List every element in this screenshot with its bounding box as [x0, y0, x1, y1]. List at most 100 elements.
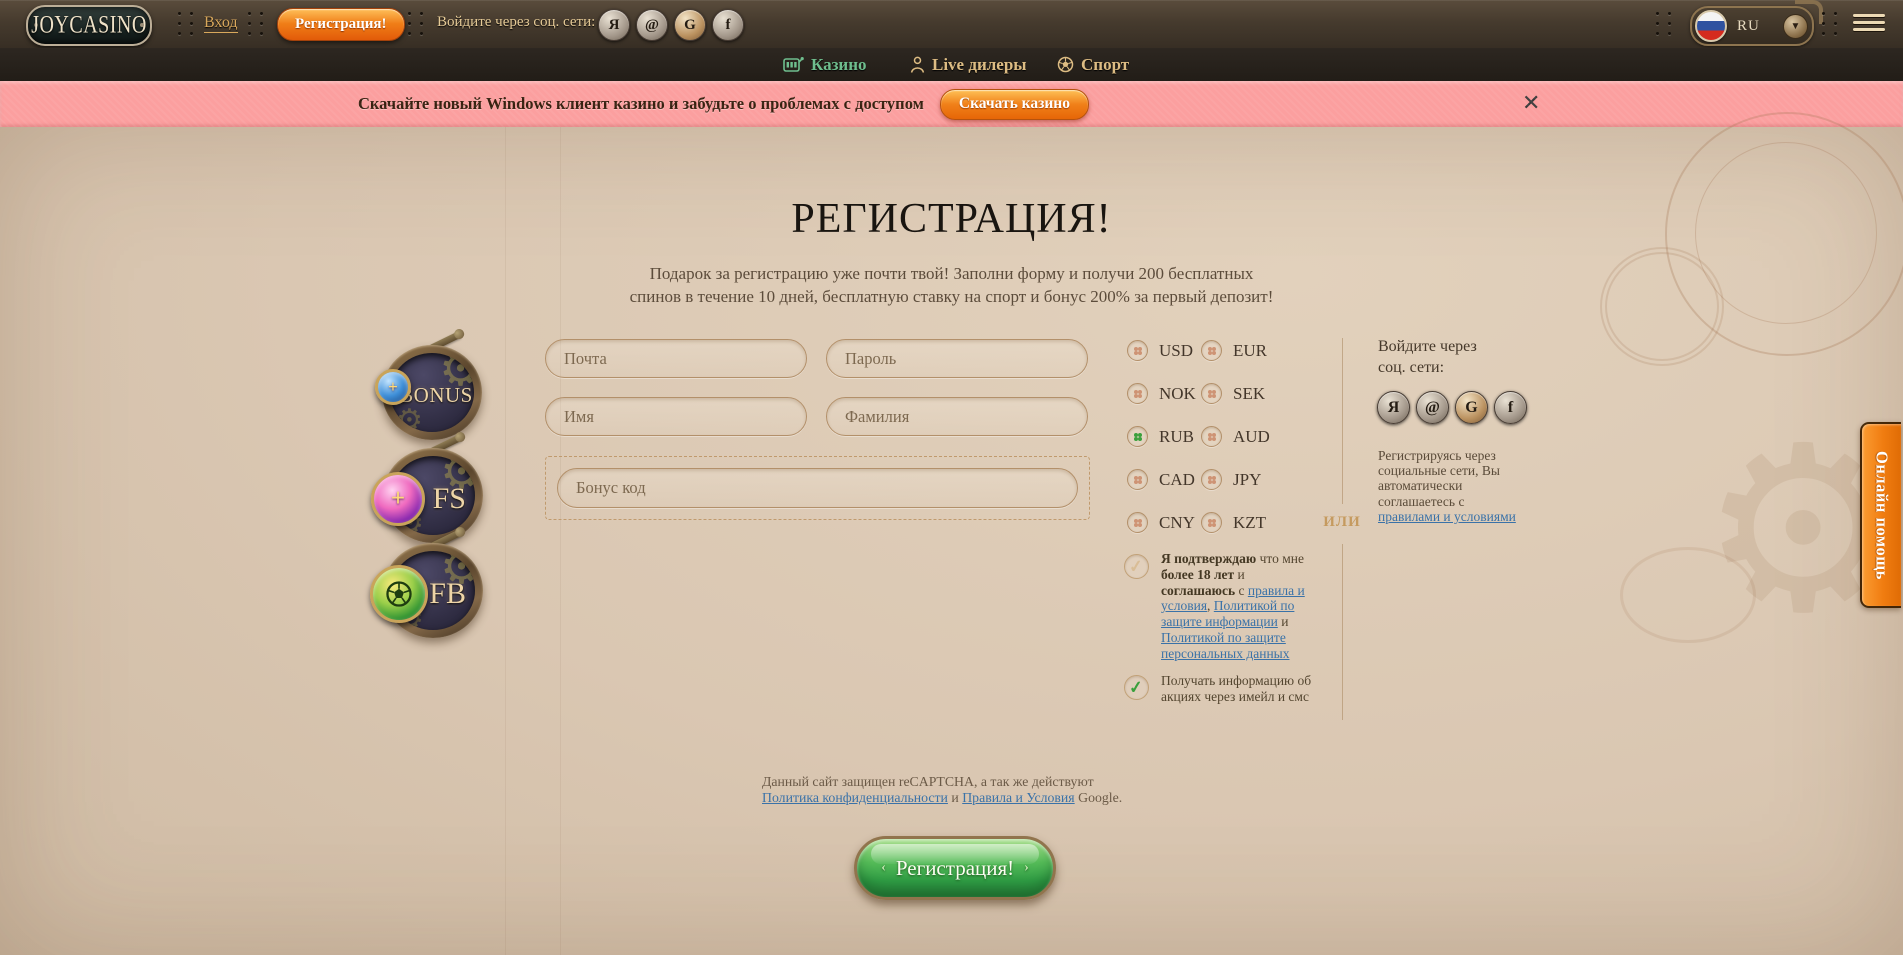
plus-orb-icon: +: [375, 369, 411, 405]
currency-label: USD: [1159, 341, 1193, 361]
facebook-login-icon[interactable]: f: [712, 9, 744, 41]
submit-label: Регистрация!: [896, 856, 1014, 881]
divider-line: [1342, 544, 1343, 720]
radio-icon[interactable]: [1201, 512, 1222, 533]
social-panel-buttons: Я @ G f: [1377, 391, 1527, 424]
agree-bold: более 18 лет: [1161, 567, 1234, 582]
yandex-login-icon[interactable]: Я: [598, 9, 630, 41]
google-login-icon[interactable]: G: [674, 9, 706, 41]
arrow-right-icon: ›: [1024, 860, 1029, 876]
age-terms-checkbox[interactable]: ✓: [1124, 554, 1149, 579]
banner-text: Скачайте новый Windows клиент казино и з…: [358, 94, 924, 114]
tab-sport[interactable]: Спорт: [1057, 48, 1129, 81]
radio-icon[interactable]: [1127, 340, 1148, 361]
personal-data-policy-link[interactable]: Политикой по защите персональных данных: [1161, 630, 1290, 661]
mailru-login-icon[interactable]: @: [636, 9, 668, 41]
privacy-policy-link[interactable]: Политика конфиденциальности: [762, 790, 948, 805]
main-content: ⚙: [0, 127, 1903, 955]
logo-text: JOYCASINO: [31, 11, 147, 40]
currency-option-cny[interactable]: CNY: [1127, 512, 1196, 533]
currency-option-cad[interactable]: CAD: [1127, 469, 1196, 490]
badge-label: FB: [429, 577, 466, 611]
radio-icon[interactable]: [1127, 469, 1148, 490]
nav-bar: Казино Live дилеры Спорт: [0, 48, 1903, 82]
check-icon: ✓: [1128, 677, 1144, 698]
or-label: ИЛИ: [1318, 514, 1366, 531]
radio-icon[interactable]: [1201, 469, 1222, 490]
dealer-person-icon: [910, 56, 925, 74]
currency-label: AUD: [1233, 427, 1270, 447]
social-panel-note: Регистрируясь через социальные сети, Вы …: [1378, 448, 1528, 524]
radio-icon[interactable]: [1127, 383, 1148, 404]
tab-label: Live дилеры: [932, 55, 1027, 75]
check-icon: ✓: [1128, 556, 1144, 577]
firstname-field[interactable]: [545, 397, 807, 436]
subtitle-line1: Подарок за регистрацию уже почти твой! З…: [650, 264, 1254, 283]
language-selector[interactable]: RU ▼: [1690, 6, 1814, 46]
yandex-login-icon[interactable]: Я: [1377, 391, 1410, 424]
download-casino-button[interactable]: Скачать казино: [940, 89, 1089, 120]
login-link[interactable]: Вход: [204, 14, 238, 33]
rivets-decor: [1822, 12, 1838, 35]
paper-crease-decor: [560, 127, 561, 955]
google-login-icon[interactable]: G: [1455, 391, 1488, 424]
tab-live-dealers[interactable]: Live дилеры: [910, 48, 1027, 81]
google-terms-link[interactable]: Правила и Условия: [962, 790, 1074, 805]
currency-label: KZT: [1233, 513, 1266, 533]
online-help-tab[interactable]: Онлайн помощь: [1860, 422, 1901, 608]
radio-icon-selected[interactable]: [1127, 426, 1148, 447]
menu-icon[interactable]: [1853, 14, 1885, 31]
divider-line: [1342, 338, 1343, 504]
radio-icon[interactable]: [1127, 512, 1148, 533]
currency-column-right: EUR SEK AUD JPY KZT: [1201, 340, 1270, 533]
language-code: RU: [1737, 18, 1760, 35]
header-register-button[interactable]: Регистрация!: [277, 8, 405, 41]
header-bar: JOYCASINO Вход Регистрация! Войдите чере…: [0, 0, 1903, 49]
radio-icon[interactable]: [1201, 340, 1222, 361]
page: JOYCASINO Вход Регистрация! Войдите чере…: [0, 0, 1903, 955]
rivets-decor: [408, 12, 424, 35]
tab-label: Казино: [811, 55, 867, 75]
agree-bold: соглашаюсь: [1161, 583, 1235, 598]
bonus-code-field[interactable]: [557, 468, 1078, 508]
currency-option-eur[interactable]: EUR: [1201, 340, 1270, 361]
register-submit-button[interactable]: ‹ Регистрация! ›: [854, 836, 1056, 900]
facebook-login-icon[interactable]: f: [1494, 391, 1527, 424]
tab-label: Спорт: [1081, 55, 1129, 75]
social-terms-link[interactable]: правилами и условиями: [1378, 509, 1516, 524]
page-subtitle: Подарок за регистрацию уже почти твой! З…: [0, 262, 1903, 308]
currency-option-usd[interactable]: USD: [1127, 340, 1196, 361]
currency-option-aud[interactable]: AUD: [1201, 426, 1270, 447]
radio-icon[interactable]: [1201, 426, 1222, 447]
currency-option-kzt[interactable]: KZT: [1201, 512, 1270, 533]
tab-casino[interactable]: Казино: [783, 48, 867, 81]
currency-label: RUB: [1159, 427, 1194, 447]
currency-label: JPY: [1233, 470, 1261, 490]
subtitle-line2: спинов в течение 10 дней, бесплатную ста…: [630, 287, 1274, 306]
currency-label: NOK: [1159, 384, 1196, 404]
close-icon[interactable]: ✕: [1522, 93, 1540, 115]
currency-column-left: USD NOK RUB CAD CNY: [1127, 340, 1196, 533]
freebet-badge: ⚙ ⚙ FB: [383, 543, 483, 638]
banner-content: Скачайте новый Windows клиент казино и з…: [358, 81, 1089, 127]
freespins-badge: ⚙ ⚙ FS +: [383, 448, 483, 543]
plus-orb-icon: +: [371, 472, 425, 526]
download-banner: Скачайте новый Windows клиент казино и з…: [0, 81, 1903, 127]
promo-checkbox[interactable]: ✓: [1124, 675, 1149, 700]
radio-icon[interactable]: [1201, 383, 1222, 404]
currency-option-jpy[interactable]: JPY: [1201, 469, 1270, 490]
rivets-decor: [248, 12, 264, 35]
currency-option-sek[interactable]: SEK: [1201, 383, 1270, 404]
lastname-field[interactable]: [826, 397, 1088, 436]
currency-option-rub[interactable]: RUB: [1127, 426, 1196, 447]
email-field[interactable]: [545, 339, 807, 378]
rivets-decor: [1656, 12, 1672, 35]
chevron-down-icon[interactable]: ▼: [1783, 14, 1808, 39]
currency-option-nok[interactable]: NOK: [1127, 383, 1196, 404]
mailru-login-icon[interactable]: @: [1416, 391, 1449, 424]
currency-label: CAD: [1159, 470, 1195, 490]
password-field[interactable]: [826, 339, 1088, 378]
logo[interactable]: JOYCASINO: [26, 5, 152, 46]
header-social-prompt: Войдите через соц. сети:: [437, 14, 595, 31]
soccer-ball-orb-icon: [370, 565, 428, 623]
